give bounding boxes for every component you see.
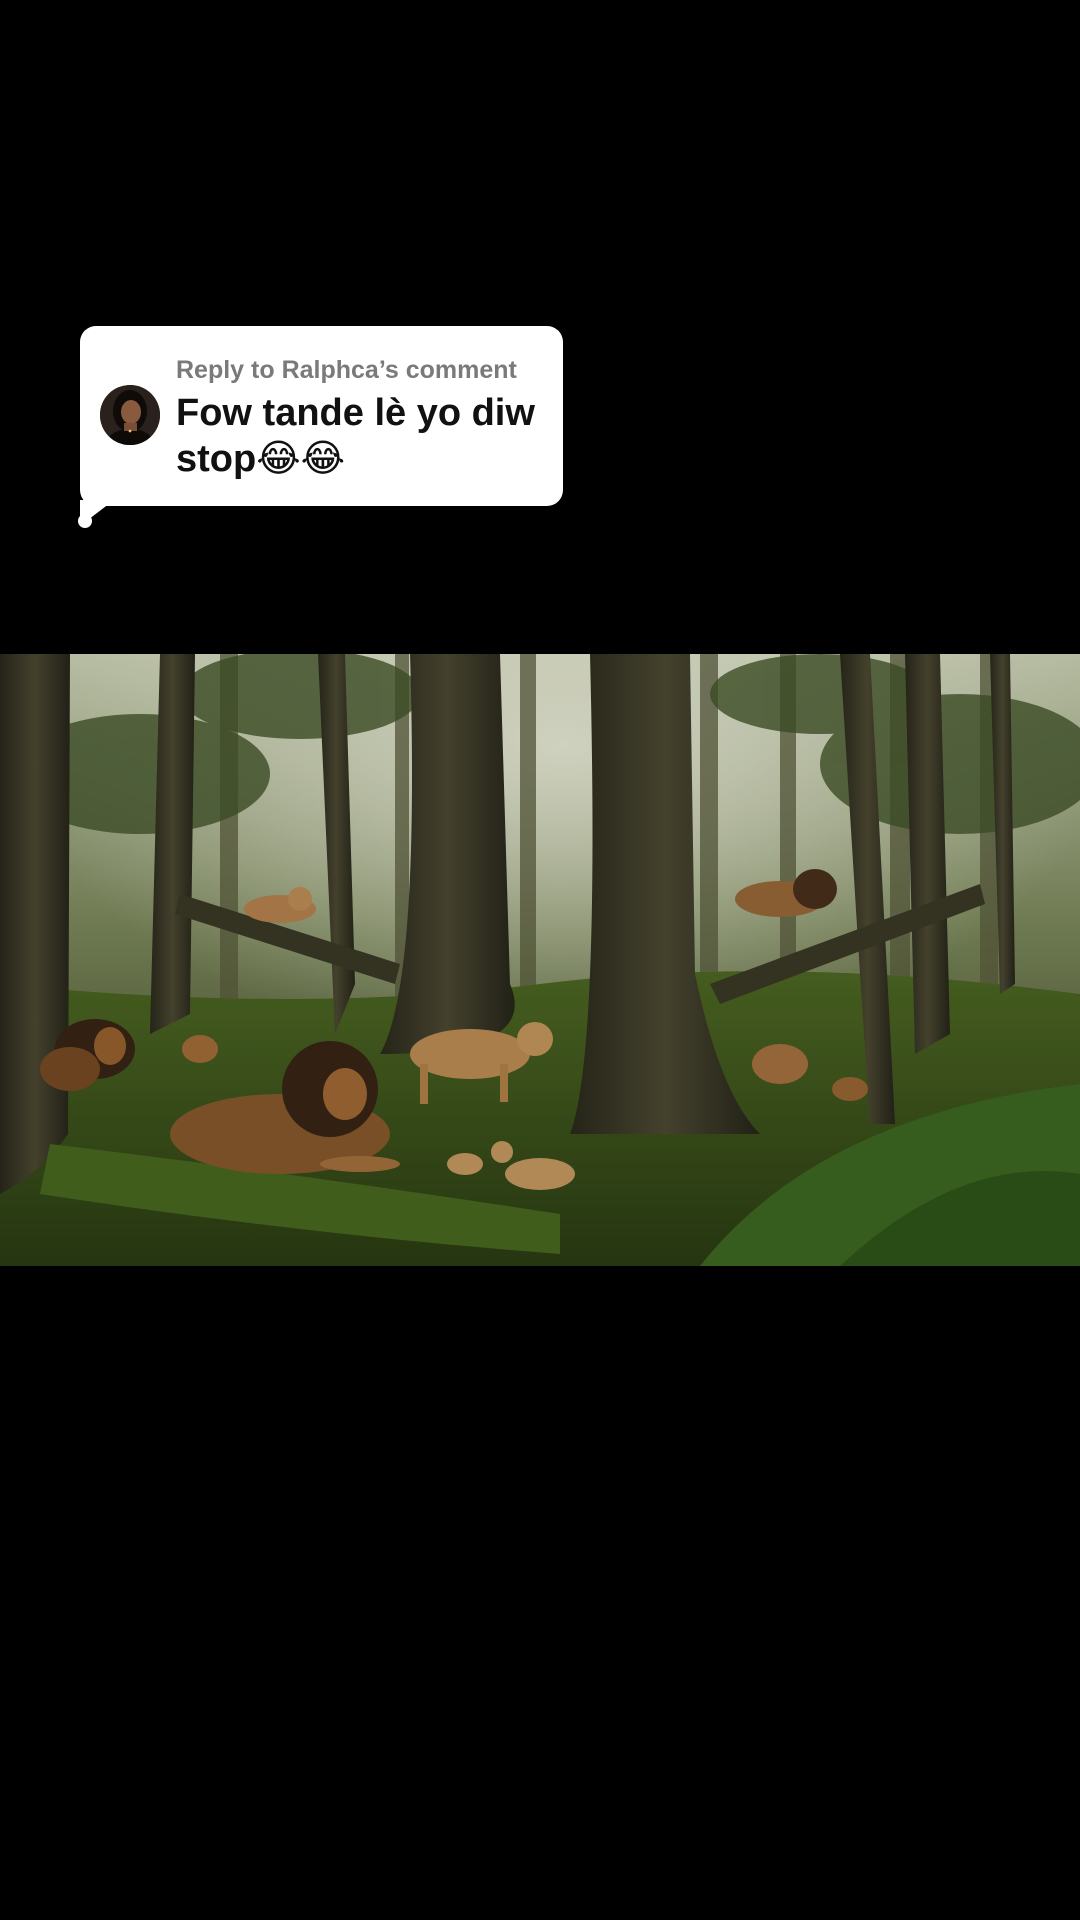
comment-text: Fow tande lè yo diw stop😂😂 (176, 392, 535, 480)
forest-lions-image (0, 654, 1080, 1266)
avatar-image (100, 385, 160, 445)
reply-comment-sticker[interactable]: Reply to Ralphca’s comment Fow tande lè … (80, 326, 563, 506)
video-screen[interactable]: Reply to Ralphca’s comment Fow tande lè … (0, 0, 1080, 1920)
reply-sticker-tail-tip (78, 514, 92, 528)
reply-label: Reply to Ralphca’s comment (176, 356, 517, 384)
video-frame[interactable] (0, 654, 1080, 1266)
commenter-avatar[interactable] (100, 385, 160, 445)
